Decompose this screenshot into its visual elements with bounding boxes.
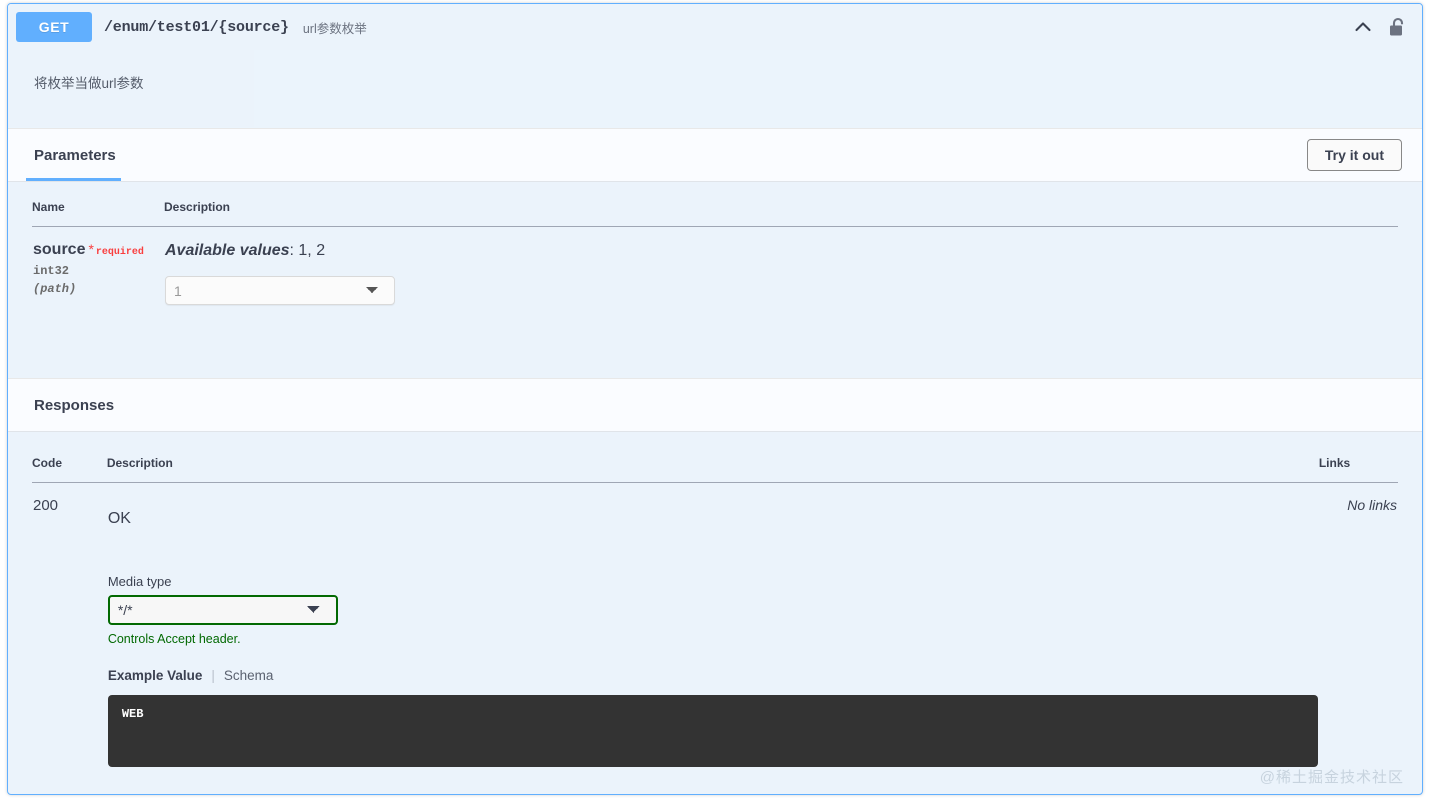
operation-summary-bar[interactable]: GET /enum/test01/{source} url参数枚举 <box>8 4 1422 50</box>
operation-summary-text: url参数枚举 <box>302 21 367 36</box>
parameters-table: Name Description source * required int32 (… <box>32 200 1398 306</box>
media-type-select[interactable]: */* <box>107 595 338 625</box>
table-row: 200 OK Media type */* Controls Accept he… <box>32 483 1398 769</box>
tab-schema[interactable]: Schema <box>224 668 274 683</box>
responses-header: Responses <box>8 378 1422 432</box>
tab-parameters-underline <box>26 178 121 181</box>
responses-table-header-row: Code Description Links <box>32 456 1398 483</box>
watermark: @稀土掘金技术社区 <box>1259 769 1404 786</box>
unlocked-padlock-icon[interactable] <box>1386 14 1408 40</box>
accept-header-note: Controls Accept header. <box>107 632 241 646</box>
media-type-label: Media type <box>107 574 172 589</box>
operation-path: /enum/test01/{source} <box>104 18 289 36</box>
column-header-links: Links <box>1318 456 1398 483</box>
tab-example-value[interactable]: Example Value <box>108 668 203 683</box>
chevron-up-icon[interactable] <box>1350 14 1376 40</box>
tab-divider: | <box>211 668 215 683</box>
available-values-list: : 1, 2 <box>289 242 326 259</box>
column-header-description: Description <box>164 200 1398 227</box>
responses-body: Code Description Links 200 OK Media type… <box>8 432 1422 768</box>
responses-table: Code Description Links 200 OK Media type… <box>32 456 1398 768</box>
required-star-icon: * <box>88 241 94 257</box>
parameters-body: Name Description source * required int32 (… <box>8 182 1422 378</box>
response-code: 200 <box>33 497 59 514</box>
http-method-badge: GET <box>16 12 92 42</box>
parameter-name-cell: source * required int32 (path) <box>32 227 164 307</box>
swagger-ui-page: GET /enum/test01/{source} url参数枚举 将枚举当做u… <box>0 0 1430 801</box>
parameter-select-wrapper: 1 <box>165 276 1397 305</box>
try-it-out-button[interactable]: Try it out <box>1306 139 1402 171</box>
responses-title: Responses <box>34 396 115 414</box>
parameter-name-line: source * required <box>33 241 163 259</box>
table-row: source * required int32 (path) Available v… <box>32 227 1398 307</box>
parameter-name: source <box>33 241 86 258</box>
parameters-table-header-row: Name Description <box>32 200 1398 227</box>
response-links: No links <box>1347 497 1397 513</box>
parameter-description-cell: Available values: 1, 2 1 <box>164 227 1398 307</box>
column-header-response-description: Description <box>106 456 1319 483</box>
example-schema-tabs: Example Value | Schema <box>108 668 1318 683</box>
response-description-cell: OK Media type */* Controls Accept header… <box>107 483 1319 769</box>
operation-description: 将枚举当做url参数 <box>8 50 1422 128</box>
example-value-code-block[interactable]: WEB <box>107 695 1318 767</box>
column-header-name: Name <box>32 200 164 227</box>
available-values-line: Available values: 1, 2 <box>165 242 1397 260</box>
parameter-location: (path) <box>33 282 77 297</box>
parameter-type: int32 <box>33 264 70 279</box>
required-label: required <box>95 247 144 258</box>
available-values-label: Available values <box>165 242 290 259</box>
parameter-source-select[interactable]: 1 <box>165 276 395 305</box>
tab-parameters[interactable]: Parameters <box>34 147 116 164</box>
column-header-code: Code <box>32 456 107 483</box>
operation-block-get: GET /enum/test01/{source} url参数枚举 将枚举当做u… <box>7 3 1423 795</box>
response-description-text: OK <box>107 510 131 527</box>
parameters-header: Parameters Try it out <box>8 128 1422 182</box>
